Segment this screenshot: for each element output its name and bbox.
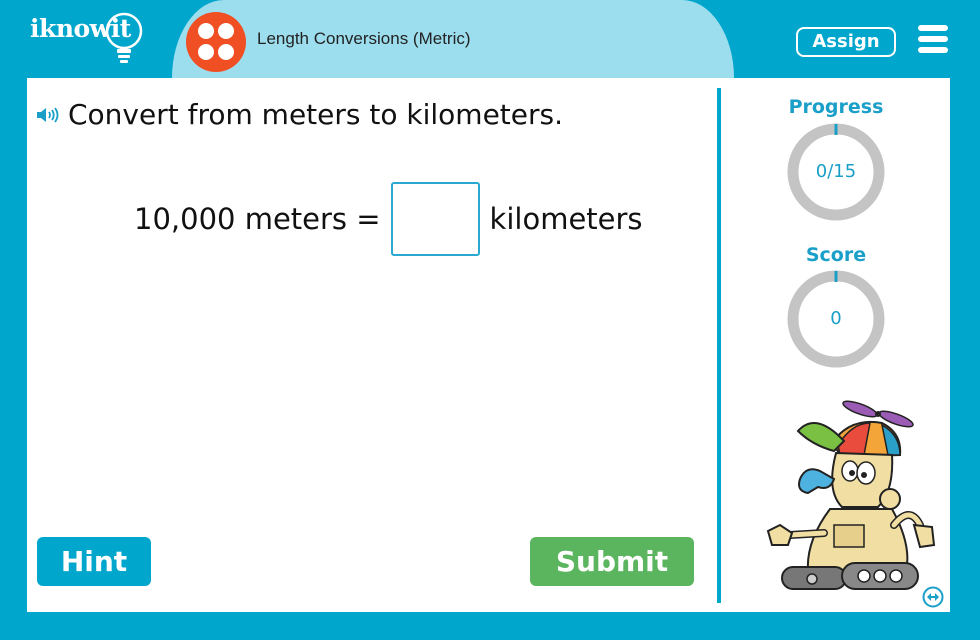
equation-unit: kilometers: [489, 202, 643, 236]
hint-button[interactable]: Hint: [37, 537, 151, 586]
four-dots-icon: [186, 12, 246, 72]
answer-input[interactable]: [390, 182, 480, 256]
hamburger-menu-icon[interactable]: [918, 25, 950, 53]
topic-title: Length Conversions (Metric): [257, 29, 471, 48]
assign-button[interactable]: Assign: [796, 27, 896, 57]
equation-left: 10,000 meters =: [134, 202, 381, 236]
equation: 10,000 meters = kilometers: [134, 182, 643, 256]
speaker-icon[interactable]: [36, 106, 60, 124]
score-value: 0: [830, 308, 842, 329]
panel-divider: [717, 88, 721, 603]
prompt-text: Convert from meters to kilometers.: [68, 98, 564, 131]
progress-value: 0/15: [815, 161, 857, 182]
swap-layout-icon[interactable]: [922, 586, 944, 608]
score-label: Score: [805, 244, 867, 266]
progress-label: Progress: [788, 96, 884, 118]
submit-button[interactable]: Submit: [530, 537, 694, 586]
lightbulb-icon: [105, 12, 143, 63]
robot-mascot: [766, 400, 936, 590]
question-prompt: Convert from meters to kilometers.: [36, 98, 563, 131]
